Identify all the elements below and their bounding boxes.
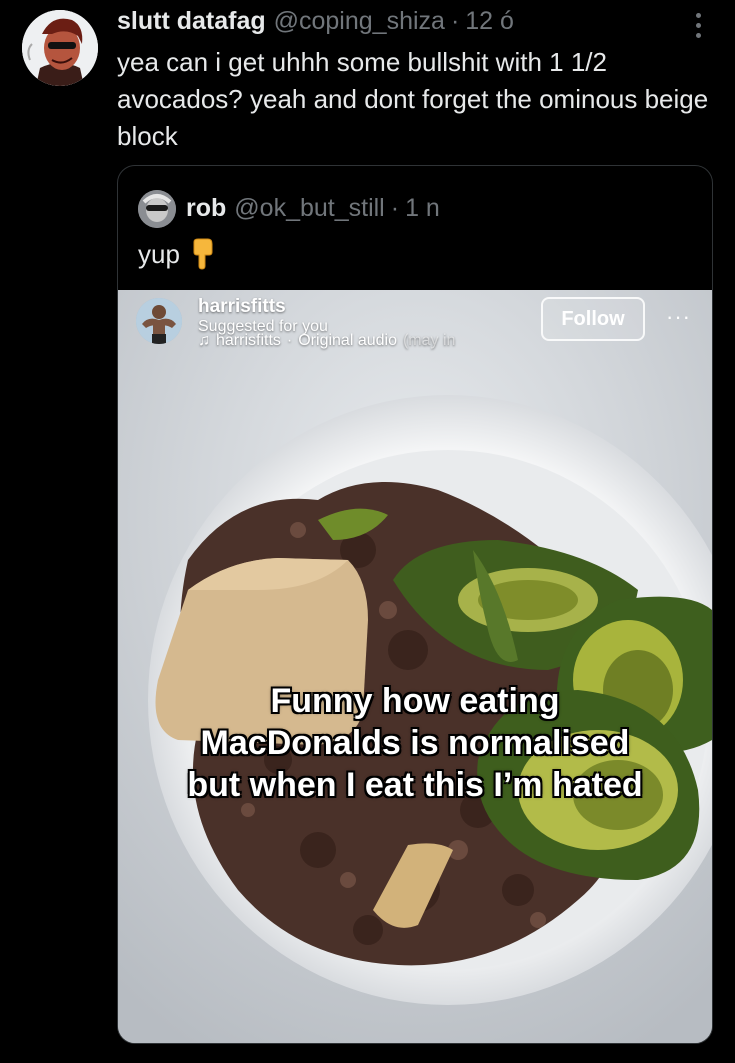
separator-dot: · [450,6,460,35]
video-caption: Funny how eating MacDonalds is normalise… [118,680,712,806]
instagram-avatar-image [136,298,182,344]
follow-button[interactable]: Follow [541,297,645,341]
timestamp[interactable]: 12 ó [465,7,514,36]
audio-extra: (may in [402,332,456,349]
instagram-more-icon[interactable]: ··· [666,304,691,330]
food-photo [118,290,712,1043]
quote-tweet-card[interactable]: rob @ok_but_still · 1 n yup harrisfitts … [117,165,713,1044]
audio-title: Original audio [298,332,397,349]
quote-text-row: yup [138,234,214,274]
quote-header: rob @ok_but_still · 1 n [186,188,440,228]
avatar-image [22,10,98,86]
quote-display-name[interactable]: rob [186,194,226,223]
separator-dot: · [390,193,400,222]
tweet-header: slutt datafag @coping_shiza · 12 ó [117,4,514,38]
more-options-icon[interactable] [686,8,710,42]
audio-separator: · [286,332,293,349]
dot [695,12,701,18]
display-name[interactable]: slutt datafag [117,7,266,36]
caption-line: but when I eat this I’m hated [187,766,643,804]
instagram-header: harrisfitts Suggested for you ♫ harrisfi… [118,290,712,370]
quote-handle[interactable]: @ok_but_still [234,194,384,223]
instagram-username[interactable]: harrisfitts [198,296,286,318]
avatar[interactable] [22,10,98,86]
quote-text: yup [138,238,180,269]
tweet-text: yea can i get uhhh some bullshit with 1 … [117,47,709,151]
music-note-icon: ♫ [198,332,210,349]
caption-line: Funny how eating [270,682,560,720]
dot [695,22,701,28]
embedded-video[interactable]: harrisfitts Suggested for you ♫ harrisfi… [118,290,712,1043]
quote-avatar-image [138,190,176,228]
dot [695,32,701,38]
pointing-down-hand-emoji-icon [193,238,213,270]
quote-timestamp[interactable]: 1 n [405,194,440,223]
quote-avatar[interactable] [138,190,176,228]
audio-info[interactable]: ♫ harrisfitts · Original audio (may in [198,332,455,350]
instagram-avatar[interactable] [136,298,182,344]
audio-user: harrisfitts [216,332,281,349]
caption-line: MacDonalds is normalised [200,724,630,762]
handle[interactable]: @coping_shiza [274,7,445,36]
tweet[interactable]: slutt datafag @coping_shiza · 12 ó yea c… [0,0,735,1063]
